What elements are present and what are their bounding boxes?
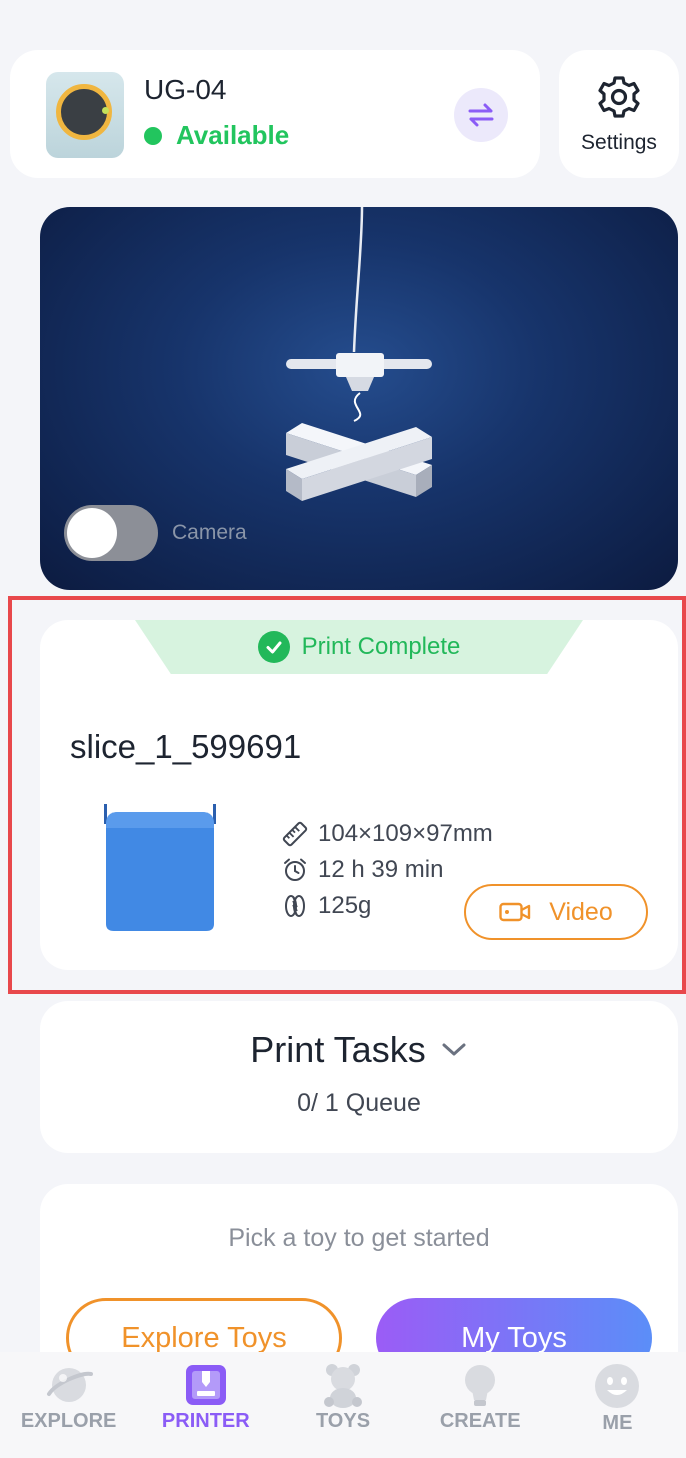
status-dot-icon	[144, 126, 162, 145]
alarm-clock-icon	[284, 858, 306, 881]
lightbulb-icon	[465, 1365, 496, 1406]
camera-label: Camera	[172, 521, 247, 544]
device-card[interactable]: UG-04 Available	[10, 50, 540, 178]
job-name: slice_1_599691	[70, 728, 302, 765]
video-button[interactable]: Video	[464, 884, 648, 940]
print-tasks-header[interactable]: Print Tasks	[40, 1029, 678, 1071]
camera-toggle-knob	[67, 508, 117, 558]
model-preview-image	[104, 804, 216, 931]
filament-spool-icon	[285, 895, 305, 917]
camera-toggle[interactable]	[64, 505, 158, 561]
weight-text: 125g	[318, 892, 372, 919]
camera-preview: Camera	[40, 207, 678, 590]
settings-button[interactable]: Settings	[559, 50, 679, 178]
duration-text: 12 h 39 min	[318, 856, 444, 883]
nav-toys[interactable]: TOYS	[274, 1352, 411, 1458]
swap-arrows-icon	[468, 103, 494, 127]
job-duration: 12 h 39 min	[282, 856, 443, 884]
planet-icon	[46, 1368, 93, 1402]
dimensions-text: 104×109×97mm	[318, 820, 493, 847]
gear-icon	[598, 76, 640, 118]
print-tasks-title: Print Tasks	[250, 1029, 426, 1070]
teddy-bear-icon	[324, 1364, 362, 1408]
video-camera-icon	[499, 902, 531, 922]
bottom-nav: EXPLORE PRINTER TOYS CREATE ME	[0, 1352, 686, 1458]
print-job-card[interactable]: Print Complete slice_1_599691 104×109×97…	[40, 620, 678, 970]
printer-icon	[185, 1365, 226, 1405]
status-text: Available	[176, 120, 290, 150]
nav-create[interactable]: CREATE	[412, 1352, 549, 1458]
nav-explore-label: EXPLORE	[20, 1410, 117, 1432]
device-name: UG-04	[144, 74, 227, 105]
nav-printer[interactable]: PRINTER	[137, 1352, 274, 1458]
smiley-icon	[595, 1364, 640, 1408]
nav-printer-label: PRINTER	[161, 1410, 250, 1432]
nav-me-label: ME	[602, 1412, 633, 1434]
video-button-label: Video	[549, 897, 613, 926]
print-status-text: Print Complete	[301, 633, 461, 660]
switch-device-button[interactable]	[454, 88, 508, 142]
job-dimensions: 104×109×97mm	[282, 820, 493, 848]
print-queue-count: 0/ 1 Queue	[297, 1089, 421, 1117]
print-tasks-card[interactable]: Print Tasks 0/ 1 Queue	[40, 1001, 678, 1153]
nav-explore[interactable]: EXPLORE	[0, 1352, 137, 1458]
settings-label: Settings	[581, 131, 657, 154]
printer-thumbnail	[46, 72, 124, 158]
nav-create-label: CREATE	[439, 1410, 521, 1432]
nav-toys-label: TOYS	[315, 1410, 371, 1432]
ruler-icon	[282, 821, 308, 847]
nav-me[interactable]: ME	[549, 1352, 686, 1458]
toy-hint-text: Pick a toy to get started	[228, 1224, 490, 1252]
job-weight: 125g	[282, 892, 371, 920]
check-circle-icon	[257, 631, 290, 663]
device-status: Available	[144, 120, 289, 151]
chevron-down-icon	[442, 1043, 466, 1056]
print-status-banner: Print Complete	[135, 620, 583, 674]
